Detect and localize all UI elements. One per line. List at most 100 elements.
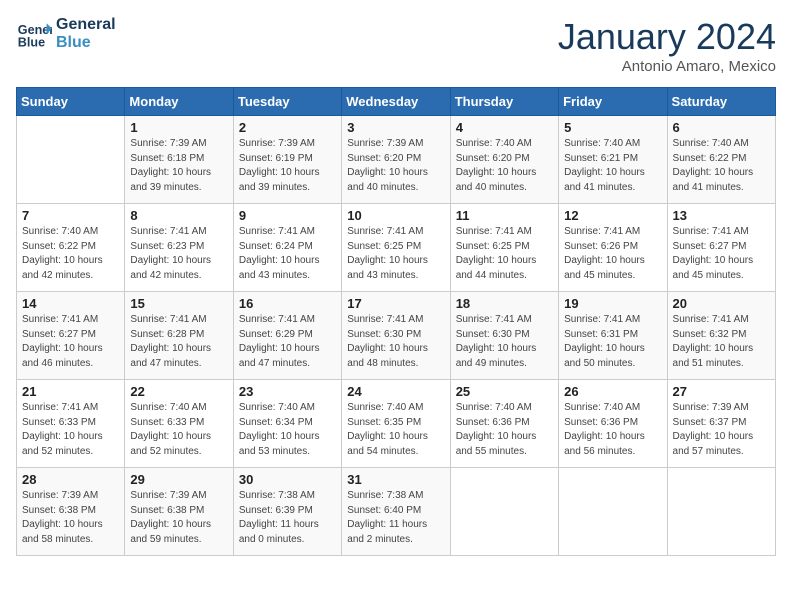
day-cell: 1 Sunrise: 7:39 AM Sunset: 6:18 PM Daylig… [125,116,233,204]
day-number: 25 [456,384,553,399]
day-number: 4 [456,120,553,135]
week-row-1: 1 Sunrise: 7:39 AM Sunset: 6:18 PM Daylig… [17,116,776,204]
week-row-2: 7 Sunrise: 7:40 AM Sunset: 6:22 PM Daylig… [17,204,776,292]
day-cell [450,468,558,556]
day-info: Sunrise: 7:41 AM Sunset: 6:32 PM Dayligh… [673,313,770,371]
day-number: 19 [564,296,661,311]
col-header-thursday: Thursday [450,88,558,116]
day-info: Sunrise: 7:39 AM Sunset: 6:38 PM Dayligh… [130,489,227,547]
day-info: Sunrise: 7:39 AM Sunset: 6:37 PM Dayligh… [673,401,770,459]
day-number: 26 [564,384,661,399]
day-info: Sunrise: 7:39 AM Sunset: 6:18 PM Dayligh… [130,137,227,195]
month-title: January 2024 [558,16,776,58]
svg-text:Blue: Blue [18,36,45,50]
day-info: Sunrise: 7:41 AM Sunset: 6:30 PM Dayligh… [456,313,553,371]
day-info: Sunrise: 7:38 AM Sunset: 6:40 PM Dayligh… [347,489,444,547]
day-info: Sunrise: 7:39 AM Sunset: 6:20 PM Dayligh… [347,137,444,195]
day-cell: 14 Sunrise: 7:41 AM Sunset: 6:27 PM Dayli… [17,292,125,380]
col-header-saturday: Saturday [667,88,775,116]
week-row-4: 21 Sunrise: 7:41 AM Sunset: 6:33 PM Dayli… [17,380,776,468]
day-info: Sunrise: 7:40 AM Sunset: 6:35 PM Dayligh… [347,401,444,459]
day-cell: 2 Sunrise: 7:39 AM Sunset: 6:19 PM Daylig… [233,116,341,204]
day-cell [559,468,667,556]
day-cell: 24 Sunrise: 7:40 AM Sunset: 6:35 PM Dayli… [342,380,450,468]
day-number: 17 [347,296,444,311]
day-cell: 10Sunrise: 7:41 AM Sunset: 6:25 PM Dayli… [342,204,450,292]
day-info: Sunrise: 7:39 AM Sunset: 6:38 PM Dayligh… [22,489,119,547]
day-number: 12 [564,208,661,223]
day-info: Sunrise: 7:40 AM Sunset: 6:36 PM Dayligh… [564,401,661,459]
day-number: 24 [347,384,444,399]
day-info: Sunrise: 7:41 AM Sunset: 6:31 PM Dayligh… [564,313,661,371]
location-subtitle: Antonio Amaro, Mexico [558,58,776,75]
day-info: Sunrise: 7:40 AM Sunset: 6:33 PM Dayligh… [130,401,227,459]
col-header-monday: Monday [125,88,233,116]
day-cell: 30Sunrise: 7:38 AM Sunset: 6:39 PM Dayli… [233,468,341,556]
day-number: 21 [22,384,119,399]
day-cell [17,116,125,204]
day-cell: 16Sunrise: 7:41 AM Sunset: 6:29 PM Dayli… [233,292,341,380]
day-info: Sunrise: 7:41 AM Sunset: 6:24 PM Dayligh… [239,225,336,283]
day-cell: 13 Sunrise: 7:41 AM Sunset: 6:27 PM Dayli… [667,204,775,292]
day-info: Sunrise: 7:41 AM Sunset: 6:25 PM Dayligh… [456,225,553,283]
day-cell: 22Sunrise: 7:40 AM Sunset: 6:33 PM Dayli… [125,380,233,468]
calendar-header-row: SundayMondayTuesdayWednesdayThursdayFrid… [17,88,776,116]
col-header-friday: Friday [559,88,667,116]
day-info: Sunrise: 7:40 AM Sunset: 6:36 PM Dayligh… [456,401,553,459]
day-cell: 7 Sunrise: 7:40 AM Sunset: 6:22 PM Daylig… [17,204,125,292]
day-number: 5 [564,120,661,135]
day-number: 7 [22,208,119,223]
day-number: 18 [456,296,553,311]
day-cell: 29Sunrise: 7:39 AM Sunset: 6:38 PM Dayli… [125,468,233,556]
day-cell: 12Sunrise: 7:41 AM Sunset: 6:26 PM Dayli… [559,204,667,292]
logo-icon: General Blue [16,16,52,52]
day-cell: 18 Sunrise: 7:41 AM Sunset: 6:30 PM Dayli… [450,292,558,380]
day-info: Sunrise: 7:38 AM Sunset: 6:39 PM Dayligh… [239,489,336,547]
day-number: 10 [347,208,444,223]
day-cell: 15 Sunrise: 7:41 AM Sunset: 6:28 PM Dayli… [125,292,233,380]
col-header-tuesday: Tuesday [233,88,341,116]
page-header: General Blue General Blue January 2024 A… [16,16,776,75]
day-cell: 26 Sunrise: 7:40 AM Sunset: 6:36 PM Dayli… [559,380,667,468]
day-cell: 9Sunrise: 7:41 AM Sunset: 6:24 PM Daylig… [233,204,341,292]
day-info: Sunrise: 7:41 AM Sunset: 6:28 PM Dayligh… [130,313,227,371]
day-cell: 28 Sunrise: 7:39 AM Sunset: 6:38 PM Dayli… [17,468,125,556]
day-number: 15 [130,296,227,311]
day-cell [667,468,775,556]
day-number: 31 [347,472,444,487]
logo: General Blue General Blue [16,16,116,52]
day-info: Sunrise: 7:39 AM Sunset: 6:19 PM Dayligh… [239,137,336,195]
day-info: Sunrise: 7:40 AM Sunset: 6:34 PM Dayligh… [239,401,336,459]
day-cell: 21 Sunrise: 7:41 AM Sunset: 6:33 PM Dayli… [17,380,125,468]
day-number: 2 [239,120,336,135]
day-number: 27 [673,384,770,399]
day-number: 1 [130,120,227,135]
day-cell: 17 Sunrise: 7:41 AM Sunset: 6:30 PM Dayli… [342,292,450,380]
day-info: Sunrise: 7:41 AM Sunset: 6:27 PM Dayligh… [673,225,770,283]
day-info: Sunrise: 7:41 AM Sunset: 6:30 PM Dayligh… [347,313,444,371]
day-number: 13 [673,208,770,223]
logo-blue: Blue [56,34,116,52]
day-number: 11 [456,208,553,223]
day-cell: 8Sunrise: 7:41 AM Sunset: 6:23 PM Daylig… [125,204,233,292]
day-cell: 20 Sunrise: 7:41 AM Sunset: 6:32 PM Dayli… [667,292,775,380]
day-cell: 31 Sunrise: 7:38 AM Sunset: 6:40 PM Dayli… [342,468,450,556]
col-header-sunday: Sunday [17,88,125,116]
day-cell: 23Sunrise: 7:40 AM Sunset: 6:34 PM Dayli… [233,380,341,468]
day-number: 6 [673,120,770,135]
day-cell: 6Sunrise: 7:40 AM Sunset: 6:22 PM Daylig… [667,116,775,204]
week-row-5: 28 Sunrise: 7:39 AM Sunset: 6:38 PM Dayli… [17,468,776,556]
day-number: 14 [22,296,119,311]
day-info: Sunrise: 7:41 AM Sunset: 6:29 PM Dayligh… [239,313,336,371]
day-number: 8 [130,208,227,223]
day-info: Sunrise: 7:41 AM Sunset: 6:33 PM Dayligh… [22,401,119,459]
logo-general: General [56,16,116,34]
day-number: 3 [347,120,444,135]
day-info: Sunrise: 7:41 AM Sunset: 6:27 PM Dayligh… [22,313,119,371]
day-info: Sunrise: 7:40 AM Sunset: 6:22 PM Dayligh… [22,225,119,283]
day-number: 28 [22,472,119,487]
day-number: 20 [673,296,770,311]
day-cell: 5 Sunrise: 7:40 AM Sunset: 6:21 PM Daylig… [559,116,667,204]
week-row-3: 14 Sunrise: 7:41 AM Sunset: 6:27 PM Dayli… [17,292,776,380]
day-info: Sunrise: 7:40 AM Sunset: 6:21 PM Dayligh… [564,137,661,195]
